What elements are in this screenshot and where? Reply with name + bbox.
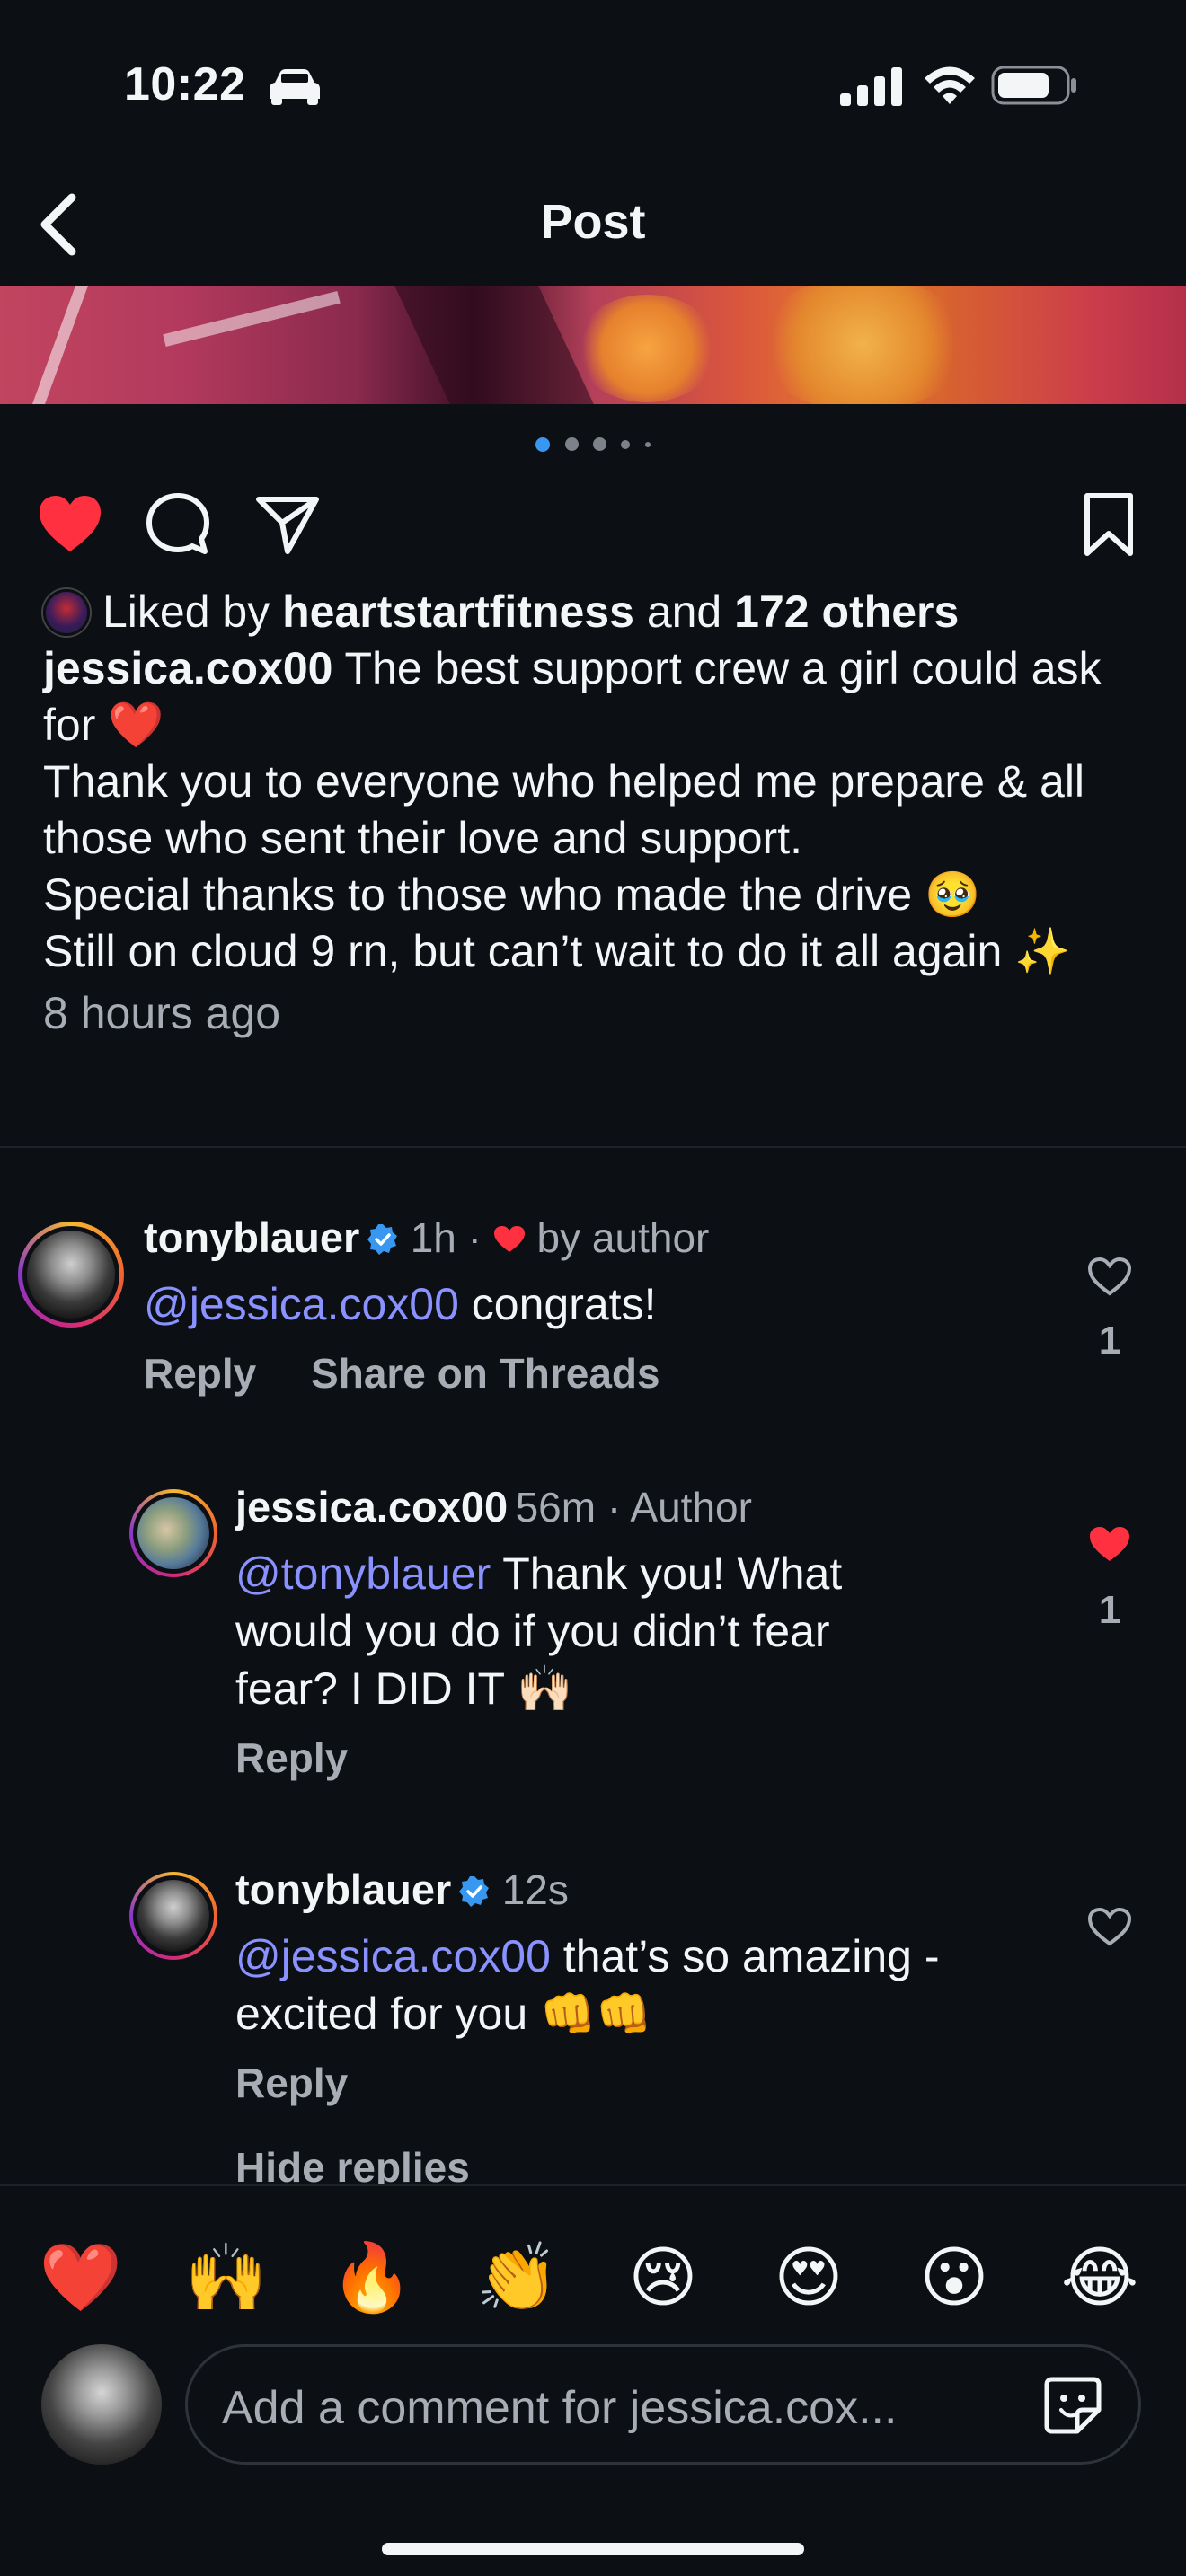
share-send-icon[interactable] xyxy=(253,490,322,559)
reply-button[interactable]: Reply xyxy=(235,1734,348,1781)
comment-like-count: 1 xyxy=(1098,1588,1121,1632)
avatar[interactable] xyxy=(18,1222,124,1328)
comment-text: @tonyblauer Thank you! What would you do… xyxy=(235,1548,843,1714)
hide-replies-button[interactable]: Hide replies xyxy=(235,2143,1044,2184)
car-icon xyxy=(270,69,320,105)
comment-time: 12s xyxy=(501,1866,569,1913)
likes-others-count[interactable]: 172 others xyxy=(734,584,959,640)
author-label: · Author xyxy=(596,1484,752,1531)
liker-avatar xyxy=(43,588,90,636)
caption-line: Special thanks to those who made the dri… xyxy=(43,869,981,920)
post-photo[interactable] xyxy=(0,286,1186,404)
battery-icon xyxy=(991,66,1076,105)
caption-author[interactable]: jessica.cox00 xyxy=(43,643,333,693)
carousel-dot xyxy=(621,439,631,449)
carousel-dot xyxy=(564,437,579,452)
post-actions xyxy=(0,476,1186,566)
comment-text: @jessica.cox00 that’s so amazing - excit… xyxy=(235,1931,940,2039)
verified-badge-icon xyxy=(367,1224,398,1255)
post-caption: Liked by heartstartfitness and 172 other… xyxy=(43,584,1148,1042)
comment-input[interactable]: Add a comment for jessica.cox... xyxy=(185,2344,1141,2465)
heart-filled-icon[interactable] xyxy=(36,490,104,559)
comment-composer-bar: ❤️ 🙌 🔥 👏 😢 😍 😮 😂 Add a comment for jessi… xyxy=(0,2184,1186,2576)
reaction-heart-eyes[interactable]: 😍 xyxy=(764,2233,854,2323)
mention-link[interactable]: @jessica.cox00 xyxy=(235,1931,551,1981)
divider xyxy=(0,1146,1186,1148)
navigation-header: Post xyxy=(0,171,1186,286)
carousel-dot-active xyxy=(535,437,551,452)
status-time: 10:22 xyxy=(124,58,246,110)
sticker-icon[interactable] xyxy=(1041,2374,1104,2437)
reply-button[interactable]: Reply xyxy=(144,1350,256,1397)
status-bar: 10:22 xyxy=(0,0,1186,171)
current-user-avatar xyxy=(41,2344,162,2465)
comment-username[interactable]: tonyblauer xyxy=(144,1213,359,1261)
share-on-threads-button[interactable]: Share on Threads xyxy=(311,1350,660,1397)
caption-text: jessica.cox00 The best support crew a gi… xyxy=(43,643,1102,750)
comment-time: 56m xyxy=(515,1484,597,1531)
comment-username[interactable]: jessica.cox00 xyxy=(235,1483,508,1531)
verified-badge-icon xyxy=(459,1876,490,1907)
comment-reply: tonyblauer 12s @jessica.cox00 that’s so … xyxy=(0,1865,1186,2184)
avatar[interactable] xyxy=(129,1872,217,1960)
comment-username[interactable]: tonyblauer xyxy=(235,1866,451,1913)
quick-reactions: ❤️ 🙌 🔥 👏 😢 😍 😮 😂 xyxy=(0,2233,1186,2323)
page-title: Post xyxy=(540,195,646,249)
comment-text: @jessica.cox00 congrats! xyxy=(144,1279,657,1329)
avatar[interactable] xyxy=(129,1489,217,1577)
comment-icon[interactable] xyxy=(144,490,212,559)
wifi-icon xyxy=(925,66,975,104)
carousel-dot xyxy=(593,437,606,452)
mention-link[interactable]: @tonyblauer xyxy=(235,1548,491,1599)
liked-by-author-heart-icon xyxy=(493,1226,525,1252)
mention-link[interactable]: @jessica.cox00 xyxy=(144,1279,459,1329)
reaction-fire[interactable]: 🔥 xyxy=(327,2233,417,2323)
bookmark-icon[interactable] xyxy=(1075,490,1143,559)
carousel-indicator xyxy=(0,437,1186,454)
liker-username[interactable]: heartstartfitness xyxy=(282,584,634,640)
comment: tonyblauer 1h · by author @jessica.cox00… xyxy=(0,1213,1186,1419)
reaction-surprised[interactable]: 😮 xyxy=(909,2233,999,2323)
reaction-heart[interactable]: ❤️ xyxy=(36,2233,126,2323)
reaction-clap[interactable]: 👏 xyxy=(473,2233,562,2323)
cellular-signal-icon xyxy=(840,67,902,106)
reply-button[interactable]: Reply xyxy=(235,2060,348,2106)
reaction-laughing[interactable]: 😂 xyxy=(1055,2233,1145,2323)
home-indicator xyxy=(382,2543,804,2555)
caption-line: Still on cloud 9 rn, but can’t wait to d… xyxy=(43,926,1071,976)
comment-like-heart-icon[interactable] xyxy=(1087,1256,1132,1297)
comment-like-count: 1 xyxy=(1098,1319,1121,1363)
post-timestamp: 8 hours ago xyxy=(43,988,281,1038)
comment-like-heart-icon[interactable] xyxy=(1087,1906,1132,1947)
reaction-raised-hands[interactable]: 🙌 xyxy=(181,2233,271,2323)
reaction-crying[interactable]: 😢 xyxy=(618,2233,708,2323)
caption-line: Thank you to everyone who helped me prep… xyxy=(43,756,1085,863)
likes-summary[interactable]: Liked by heartstartfitness and 172 other… xyxy=(43,584,1148,640)
comment-reply: jessica.cox00 56m · Author @tonyblauer T… xyxy=(0,1482,1186,1805)
comment-input-placeholder: Add a comment for jessica.cox... xyxy=(222,2382,898,2434)
carousel-dot xyxy=(644,441,651,447)
comment-time: 1h xyxy=(410,1214,456,1261)
comment-like-heart-filled-icon[interactable] xyxy=(1087,1523,1132,1565)
